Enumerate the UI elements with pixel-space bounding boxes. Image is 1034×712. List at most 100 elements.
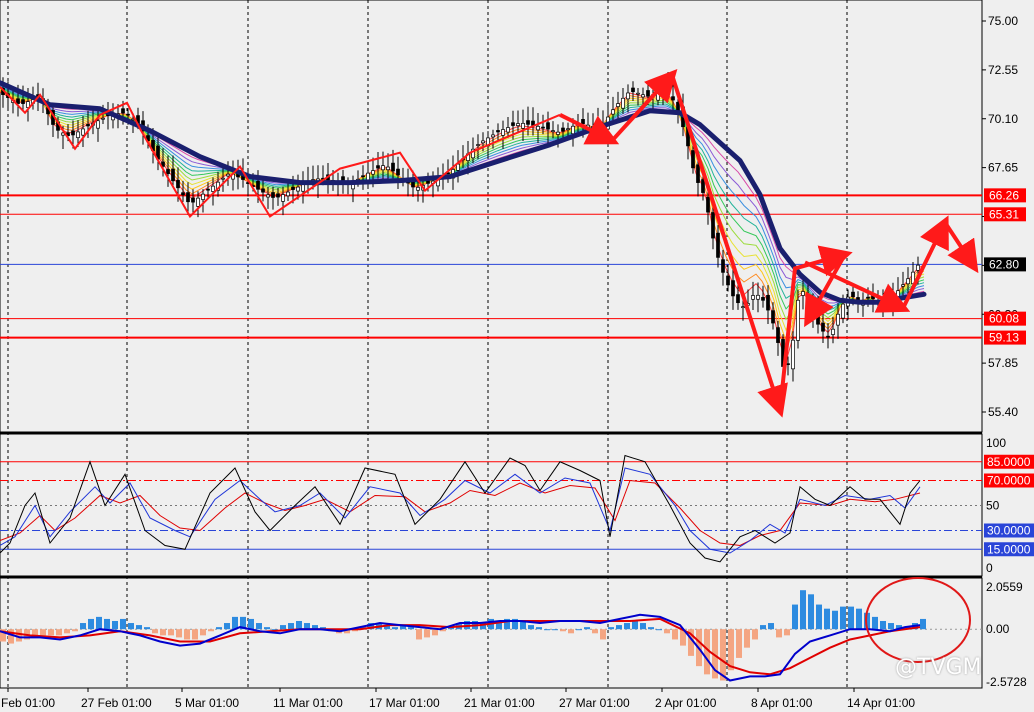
- macd-histogram-bar: [144, 627, 150, 630]
- macd-histogram-bar: [832, 610, 838, 630]
- candle-down: [171, 168, 175, 182]
- candle-down: [766, 295, 770, 311]
- chart-canvas: 75.0072.5570.1067.6565.2062.7560.3057.85…: [0, 0, 1034, 712]
- candle-up: [831, 328, 835, 335]
- candle-up: [266, 194, 270, 198]
- candle-up: [836, 313, 840, 326]
- osc-tick-label: 100: [986, 436, 1006, 450]
- candle-down: [426, 180, 430, 184]
- macd-histogram-bar: [88, 618, 94, 630]
- candle-down: [126, 113, 130, 116]
- candle-up: [76, 131, 80, 139]
- macd-histogram-bar: [248, 618, 254, 630]
- macd-histogram-bar: [16, 629, 22, 642]
- macd-histogram-bar: [424, 629, 430, 638]
- osc-level-tag-label: 30.0000: [987, 524, 1031, 538]
- macd-histogram-bar: [56, 629, 62, 636]
- macd-histogram-bar: [264, 627, 270, 630]
- candle-up: [211, 185, 215, 192]
- macd-histogram-bar: [224, 623, 230, 630]
- macd-histogram-bar: [96, 616, 102, 630]
- candle-up: [521, 122, 525, 129]
- candle-up: [916, 264, 920, 271]
- candle-up: [741, 306, 745, 309]
- candle-down: [166, 169, 170, 175]
- candle-down: [86, 124, 90, 127]
- candle-up: [301, 184, 305, 192]
- macd-histogram-bar: [616, 625, 622, 630]
- time-tick-label: 5 Mar 01:00: [175, 696, 239, 710]
- macd-histogram-bar: [152, 629, 158, 634]
- candle-down: [181, 192, 185, 196]
- candle-up: [371, 170, 375, 175]
- candle-up: [801, 291, 805, 296]
- candle-up: [611, 109, 615, 115]
- osc-level-tag-label: 85.0000: [987, 455, 1031, 469]
- macd-histogram-bar: [136, 625, 142, 630]
- candle-down: [726, 275, 730, 286]
- candle-up: [221, 177, 225, 180]
- candle-up: [386, 166, 390, 171]
- candle-down: [186, 192, 190, 203]
- macd-histogram-bar: [560, 629, 566, 632]
- macd-histogram-bar: [920, 618, 926, 630]
- macd-histogram-bar: [416, 629, 422, 640]
- candle-up: [796, 299, 800, 341]
- macd-histogram-bar: [8, 629, 14, 644]
- macd-histogram-bar: [200, 629, 206, 636]
- candle-up: [201, 193, 205, 200]
- candle-up: [621, 97, 625, 109]
- candle-up: [791, 339, 795, 370]
- candle-down: [826, 335, 830, 338]
- candle-down: [646, 90, 650, 97]
- macd-histogram-bar: [128, 623, 134, 630]
- candle-down: [71, 130, 75, 136]
- macd-histogram-bar: [584, 627, 590, 630]
- candle-up: [906, 278, 910, 285]
- time-tick-label: 2 Apr 01:00: [655, 696, 717, 710]
- candle-up: [456, 163, 460, 171]
- macd-histogram-bar: [192, 629, 198, 640]
- candle-up: [641, 94, 645, 98]
- macd-histogram-bar: [856, 608, 862, 630]
- candle-up: [196, 197, 200, 207]
- macd-tick-label: -2.5728: [986, 675, 1027, 689]
- level-tag-label: 66.26: [989, 188, 1019, 202]
- candle-down: [666, 85, 670, 94]
- macd-histogram-bar: [112, 620, 118, 630]
- candle-down: [391, 162, 395, 172]
- candle-down: [511, 122, 515, 126]
- osc-tick-label: 50: [986, 499, 1000, 513]
- candle-down: [376, 165, 380, 169]
- macd-histogram-bar: [880, 620, 886, 630]
- candle-up: [566, 128, 570, 131]
- candle-up: [571, 125, 575, 135]
- level-tag-label: 65.31: [989, 207, 1019, 221]
- price-tick-label: 72.55: [988, 63, 1018, 77]
- macd-histogram-bar: [536, 627, 542, 630]
- macd-histogram-bar: [216, 627, 222, 630]
- candle-down: [561, 127, 565, 132]
- macd-histogram-bar: [208, 629, 214, 632]
- macd-histogram-bar: [640, 623, 646, 630]
- candle-up: [626, 92, 630, 100]
- candle-up: [491, 134, 495, 138]
- macd-histogram-bar: [744, 629, 750, 648]
- candle-down: [776, 327, 780, 343]
- macd-histogram-bar: [848, 606, 854, 630]
- candle-down: [496, 130, 500, 133]
- macd-histogram-bar: [120, 618, 126, 630]
- candle-up: [556, 131, 560, 135]
- candle-down: [711, 212, 715, 239]
- candle-up: [501, 129, 505, 136]
- macd-histogram-bar: [664, 629, 670, 634]
- macd-histogram-bar: [552, 629, 558, 631]
- macd-histogram-bar: [168, 629, 174, 636]
- macd-histogram-bar: [632, 620, 638, 630]
- time-tick-label: 11 Mar 01:00: [273, 696, 343, 710]
- candle-up: [81, 128, 85, 136]
- osc-tick-label: 0: [986, 561, 993, 575]
- candle-down: [21, 99, 25, 104]
- candle-down: [121, 108, 125, 114]
- macd-histogram-bar: [736, 629, 742, 658]
